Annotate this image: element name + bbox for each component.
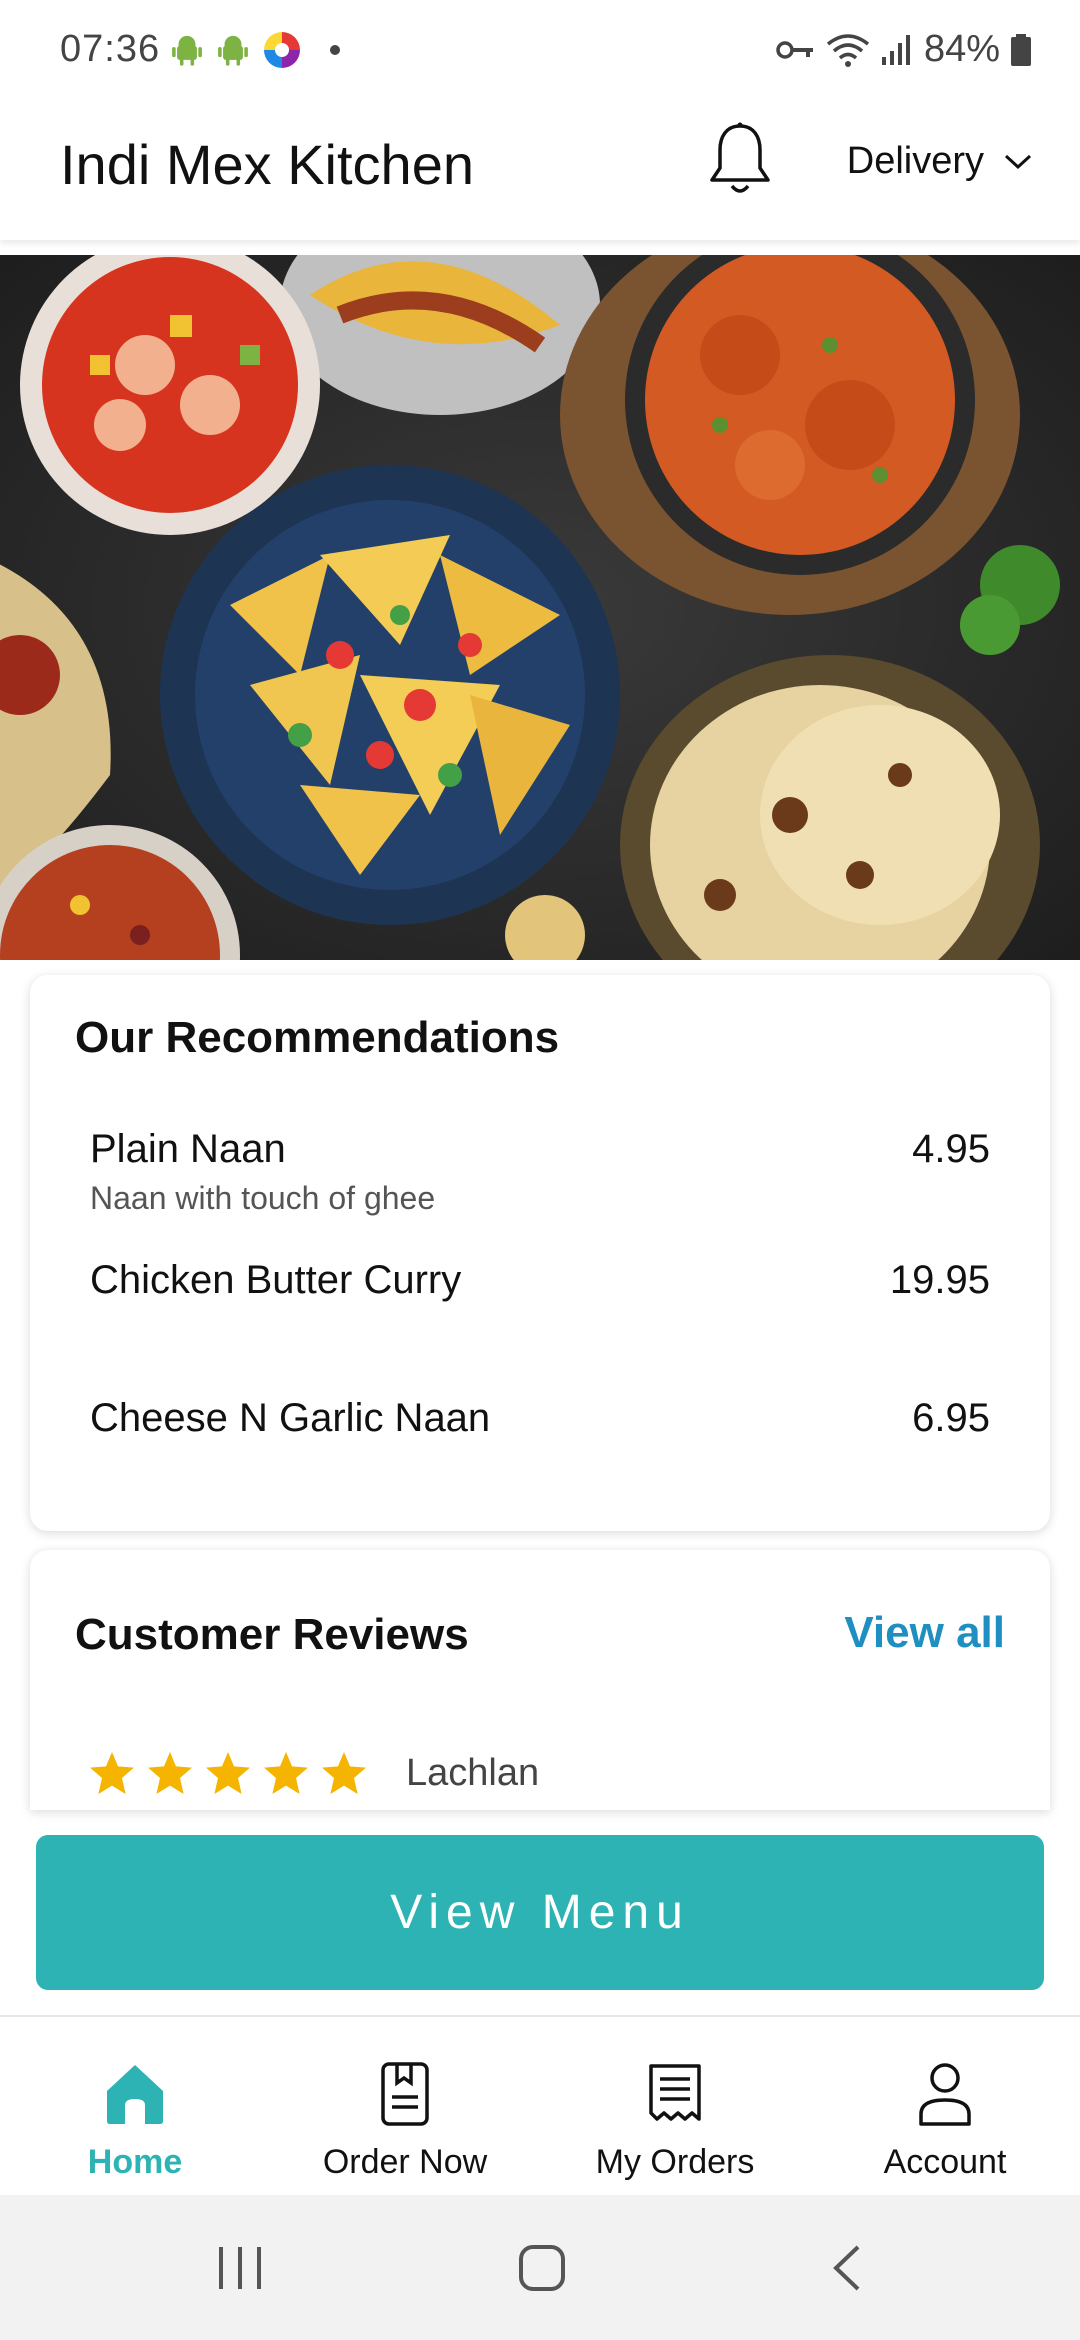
receipt-icon: [649, 2064, 701, 2121]
item-price: 19.95: [889, 1258, 990, 1302]
nav-home[interactable]: Home: [0, 2017, 270, 2197]
android-icon: [218, 35, 248, 66]
recent-apps-icon[interactable]: [215, 2243, 265, 2293]
android-icon: [172, 35, 202, 66]
status-right: 84%: [776, 28, 1032, 71]
bell-icon[interactable]: [705, 120, 775, 200]
item-price: 6.95: [912, 1396, 990, 1440]
status-time: 07:36: [60, 28, 161, 70]
more-dot-icon: [330, 45, 340, 55]
nav-account[interactable]: Account: [810, 2017, 1080, 2197]
delivery-mode-label: Delivery: [846, 140, 984, 182]
review-item[interactable]: Lachlan: [88, 1750, 539, 1796]
recommendations-card: Our Recommendations Plain Naan Naan with…: [30, 975, 1050, 1531]
nav-order-now-label: Order Now: [322, 2143, 488, 2181]
restaurant-title: Indi Mex Kitchen: [60, 133, 474, 196]
nav-my-orders[interactable]: My Orders: [540, 2017, 810, 2197]
chevron-down-icon: [1004, 154, 1032, 169]
app-logo-icon: [264, 32, 300, 68]
nav-home-label: Home: [87, 2143, 183, 2181]
item-name: Chicken Butter Curry: [90, 1258, 462, 1302]
reviewer-name: Lachlan: [406, 1751, 540, 1794]
wifi-icon: [826, 33, 870, 67]
recommendation-item[interactable]: Cheese N Garlic Naan 6.95: [90, 1396, 990, 1441]
signal-icon: [881, 34, 910, 65]
person-icon: [919, 2063, 971, 2126]
notification-icons: [170, 30, 340, 70]
recommendation-item[interactable]: Chicken Butter Curry 19.95: [90, 1258, 990, 1303]
back-icon[interactable]: [826, 2243, 866, 2293]
star-icon: [90, 1752, 134, 1794]
star-icon: [264, 1752, 308, 1794]
star-icon: [206, 1752, 250, 1794]
vpn-key-icon: [776, 40, 813, 59]
battery-percent: 84%: [923, 28, 1000, 70]
battery-icon: [1011, 33, 1031, 66]
star-icon: [148, 1752, 192, 1794]
app-header: Indi Mex Kitchen Delivery: [0, 100, 1080, 240]
recommendation-item[interactable]: Plain Naan Naan with touch of ghee 4.95: [90, 1127, 990, 1217]
home-button-icon[interactable]: [517, 2243, 567, 2293]
home-icon: [107, 2065, 163, 2124]
status-bar: 07:36 84%: [0, 0, 1080, 100]
star-icon: [322, 1752, 366, 1794]
view-menu-button[interactable]: View Menu: [36, 1835, 1044, 1990]
item-name: Cheese N Garlic Naan: [90, 1396, 491, 1440]
nav-order-now[interactable]: Order Now: [270, 2017, 540, 2197]
reviews-title: Customer Reviews: [75, 1610, 469, 1659]
recommendations-title: Our Recommendations: [75, 1013, 560, 1062]
hero-food-image: [0, 255, 1080, 960]
item-price: 4.95: [912, 1127, 990, 1171]
bookmark-doc-icon: [381, 2062, 429, 2126]
customer-reviews-card: Customer Reviews View all Lachlan: [30, 1550, 1050, 1810]
item-description: Naan with touch of ghee: [90, 1180, 436, 1216]
delivery-mode-dropdown[interactable]: Delivery: [847, 140, 1032, 183]
view-all-reviews-link[interactable]: View all: [844, 1608, 1005, 1658]
nav-my-orders-label: My Orders: [595, 2143, 755, 2181]
nav-account-label: Account: [883, 2143, 1007, 2181]
bottom-navigation: Home Order Now My Orders Account: [0, 2015, 1080, 2197]
system-navigation-bar: [0, 2195, 1080, 2340]
item-name: Plain Naan: [90, 1127, 286, 1171]
